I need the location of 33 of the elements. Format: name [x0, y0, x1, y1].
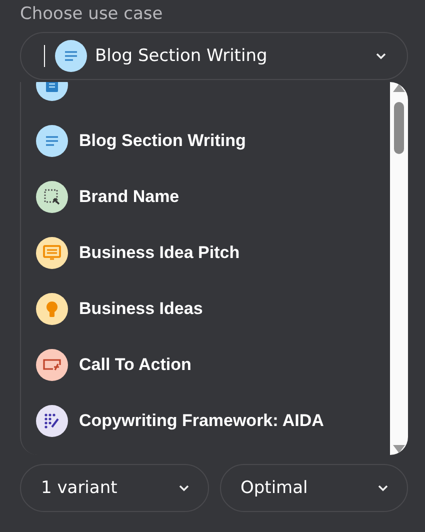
- scroll-down-icon[interactable]: [393, 445, 405, 453]
- option-label: Brand Name: [79, 186, 180, 208]
- option-label: Business Ideas: [79, 298, 204, 320]
- option-label: Blog Section Writing: [79, 130, 247, 152]
- text-cursor: [44, 45, 45, 67]
- lightbulb-icon: [46, 300, 58, 318]
- chevron-down-icon: [377, 484, 389, 492]
- field-label: Choose use case: [20, 3, 164, 26]
- variants-dropdown[interactable]: 1 variant: [20, 464, 208, 512]
- option-item[interactable]: Business Ideas: [36, 281, 390, 337]
- document-icon: [46, 82, 58, 92]
- lines-icon: [64, 51, 78, 61]
- option-item[interactable]: Business Idea Pitch: [36, 225, 390, 281]
- option-item[interactable]: Copywriting Framework: AIDA: [36, 393, 390, 449]
- option-item[interactable]: Blog Section Writing: [36, 113, 390, 169]
- lines-icon: [45, 136, 59, 146]
- presentation-icon: [43, 245, 61, 261]
- dots-pencil-icon: [44, 413, 60, 429]
- selected-value: Blog Section Writing: [95, 46, 268, 66]
- option-label: Business Idea Pitch: [79, 242, 241, 264]
- option-label: Copywriting Framework: AIDA: [79, 410, 325, 432]
- chevron-down-icon: [178, 484, 190, 492]
- scrollbar[interactable]: [390, 82, 408, 455]
- option-item[interactable]: Brand Name: [36, 169, 390, 225]
- chevron-down-icon: [375, 52, 387, 60]
- quality-dropdown[interactable]: Optimal: [220, 464, 408, 512]
- option-item[interactable]: Call To Action: [36, 337, 390, 393]
- option-label: Call To Action: [79, 354, 192, 376]
- use-case-dropdown[interactable]: Blog Section Writing: [20, 32, 408, 80]
- selection-icon: [44, 189, 60, 205]
- button-cursor-icon: [43, 359, 61, 371]
- scrollbar-thumb[interactable]: [394, 102, 404, 154]
- scroll-up-icon[interactable]: [393, 84, 405, 92]
